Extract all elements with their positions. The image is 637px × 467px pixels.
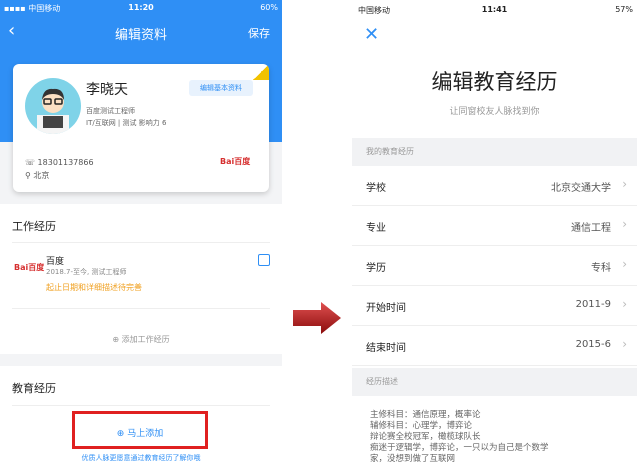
chevron-right-icon: › <box>622 177 627 191</box>
row-label: 学校 <box>366 183 386 194</box>
description-line: 痴迷于逻辑学，博弈论，一只以为自己是个数学 <box>370 443 549 453</box>
profile-card: 李晓天 编辑基本资料 百度测试工程师 IT/互联网 | 测试 影响力 6 ☏ 1… <box>13 64 269 192</box>
row-value: 2015-6 <box>575 339 611 350</box>
status-time: 11:20 <box>128 3 154 12</box>
city-label: 北京 <box>33 171 50 180</box>
chevron-right-icon: › <box>622 297 627 311</box>
chevron-right-icon: › <box>622 337 627 351</box>
edit-education-screen: 中国移动 11:41 57% ✕ 编辑教育经历 让同窗校友人脉找到你 我的教育经… <box>352 0 637 467</box>
education-section: 教育经历 ⊕ 马上添加 优质人脉更愿意通过教育经历了解你哦 <box>0 366 282 467</box>
row-label: 结束时间 <box>366 343 406 354</box>
add-work-label: 添加工作经历 <box>121 335 170 344</box>
row-value: 2011-9 <box>575 299 611 310</box>
company-logo: Bai百度 <box>220 157 251 166</box>
add-work-button[interactable]: ⊕ 添加工作经历 <box>0 334 282 345</box>
status-time: 11:41 <box>481 5 508 14</box>
status-bar: 中国移动 11:41 57% <box>352 0 637 18</box>
edit-icon[interactable] <box>258 254 270 266</box>
major-row[interactable]: 专业 通信工程 › <box>352 206 637 246</box>
work-experience-section: 工作经历 Bai百度 百度 2018.7-至今, 测试工程师 起止日期和详细描述… <box>0 204 282 354</box>
education-section-title: 教育经历 <box>12 382 56 395</box>
work-company: 百度 <box>46 257 65 267</box>
row-value: 专科 <box>591 263 611 274</box>
description-textarea[interactable]: 主修科目：通信原理，概率论 辅修科目：心理学，博弈论 辩论赛全校冠军，橄榄球队长… <box>370 410 630 465</box>
page-title: 编辑资料 <box>114 28 167 43</box>
corner-ribbon-icon <box>253 64 269 80</box>
description-line: 主修科目：通信原理，概率论 <box>370 410 481 420</box>
avatar <box>25 78 81 134</box>
edit-basic-info-button[interactable]: 编辑基本资料 <box>189 80 253 96</box>
profile-industry: IT/互联网 | 测试 影响力 6 <box>86 119 167 127</box>
row-label: 专业 <box>366 223 386 234</box>
add-education-button[interactable]: ⊕ 马上添加 <box>75 426 205 439</box>
work-period: 2018.7-至今, 测试工程师 <box>46 268 127 276</box>
degree-row[interactable]: 学历 专科 › <box>352 246 637 286</box>
status-bar: ▪▪▪▪ 中国移动 11:20 60% <box>0 0 282 16</box>
section-header-description: 经历描述 <box>352 368 637 396</box>
nav-bar: ‹ 编辑资料 保存 <box>0 16 282 48</box>
chevron-right-icon: › <box>622 257 627 271</box>
row-label: 学历 <box>366 263 386 274</box>
description-line: 家，没想到做了互联网 <box>370 454 456 464</box>
chevron-right-icon: › <box>622 217 627 231</box>
add-now-highlight: ⊕ 马上添加 <box>72 411 208 449</box>
divider <box>12 308 270 309</box>
profile-city: ⚲ 北京 <box>25 170 49 181</box>
start-time-row[interactable]: 开始时间 2011-9 › <box>352 286 637 326</box>
save-button[interactable]: 保存 <box>248 25 270 41</box>
edit-profile-screen: ▪▪▪▪ 中国移动 11:20 60% ‹ 编辑资料 保存 李晓天 编辑基本资料… <box>0 0 282 467</box>
close-icon[interactable]: ✕ <box>364 24 379 45</box>
plus-circle-icon: ⊕ <box>112 335 122 344</box>
battery-label: 57% <box>615 5 633 14</box>
work-section-title: 工作经历 <box>12 220 56 233</box>
work-warning[interactable]: 起止日期和详细描述待完善 <box>46 282 142 293</box>
profile-job: 百度测试工程师 <box>86 107 135 115</box>
description-line: 辅修科目：心理学，博弈论 <box>370 421 473 431</box>
right-arrow-icon <box>293 302 341 334</box>
plus-circle-icon: ⊕ <box>116 429 128 439</box>
divider <box>12 242 270 243</box>
phone-number: 18301137866 <box>37 158 94 167</box>
row-value: 通信工程 <box>571 223 611 234</box>
avatar-icon <box>37 88 69 134</box>
company-logo-small: Bai百度 <box>14 263 45 272</box>
page-title: 编辑教育经历 <box>431 70 558 94</box>
end-time-row[interactable]: 结束时间 2015-6 › <box>352 326 637 366</box>
add-now-label: 马上添加 <box>127 429 164 439</box>
battery-label: 60% <box>260 3 278 12</box>
section-header-education: 我的教育经历 <box>352 138 637 166</box>
profile-phone: ☏ 18301137866 <box>25 158 94 167</box>
row-value: 北京交通大学 <box>551 183 611 194</box>
row-label: 开始时间 <box>366 303 406 314</box>
screenshot-composite: ▪▪▪▪ 中国移动 11:20 60% ‹ 编辑资料 保存 李晓天 编辑基本资料… <box>0 0 637 467</box>
description-line: 辩论赛全校冠军，橄榄球队长 <box>370 432 481 442</box>
education-hint-link[interactable]: 优质人脉更愿意通过教育经历了解你哦 <box>0 453 282 463</box>
school-row[interactable]: 学校 北京交通大学 › <box>352 166 637 206</box>
page-subtitle: 让同窗校友人脉找到你 <box>449 107 540 117</box>
divider <box>12 405 270 406</box>
phone-icon: ☏ <box>25 158 38 167</box>
profile-name: 李晓天 <box>86 82 128 98</box>
